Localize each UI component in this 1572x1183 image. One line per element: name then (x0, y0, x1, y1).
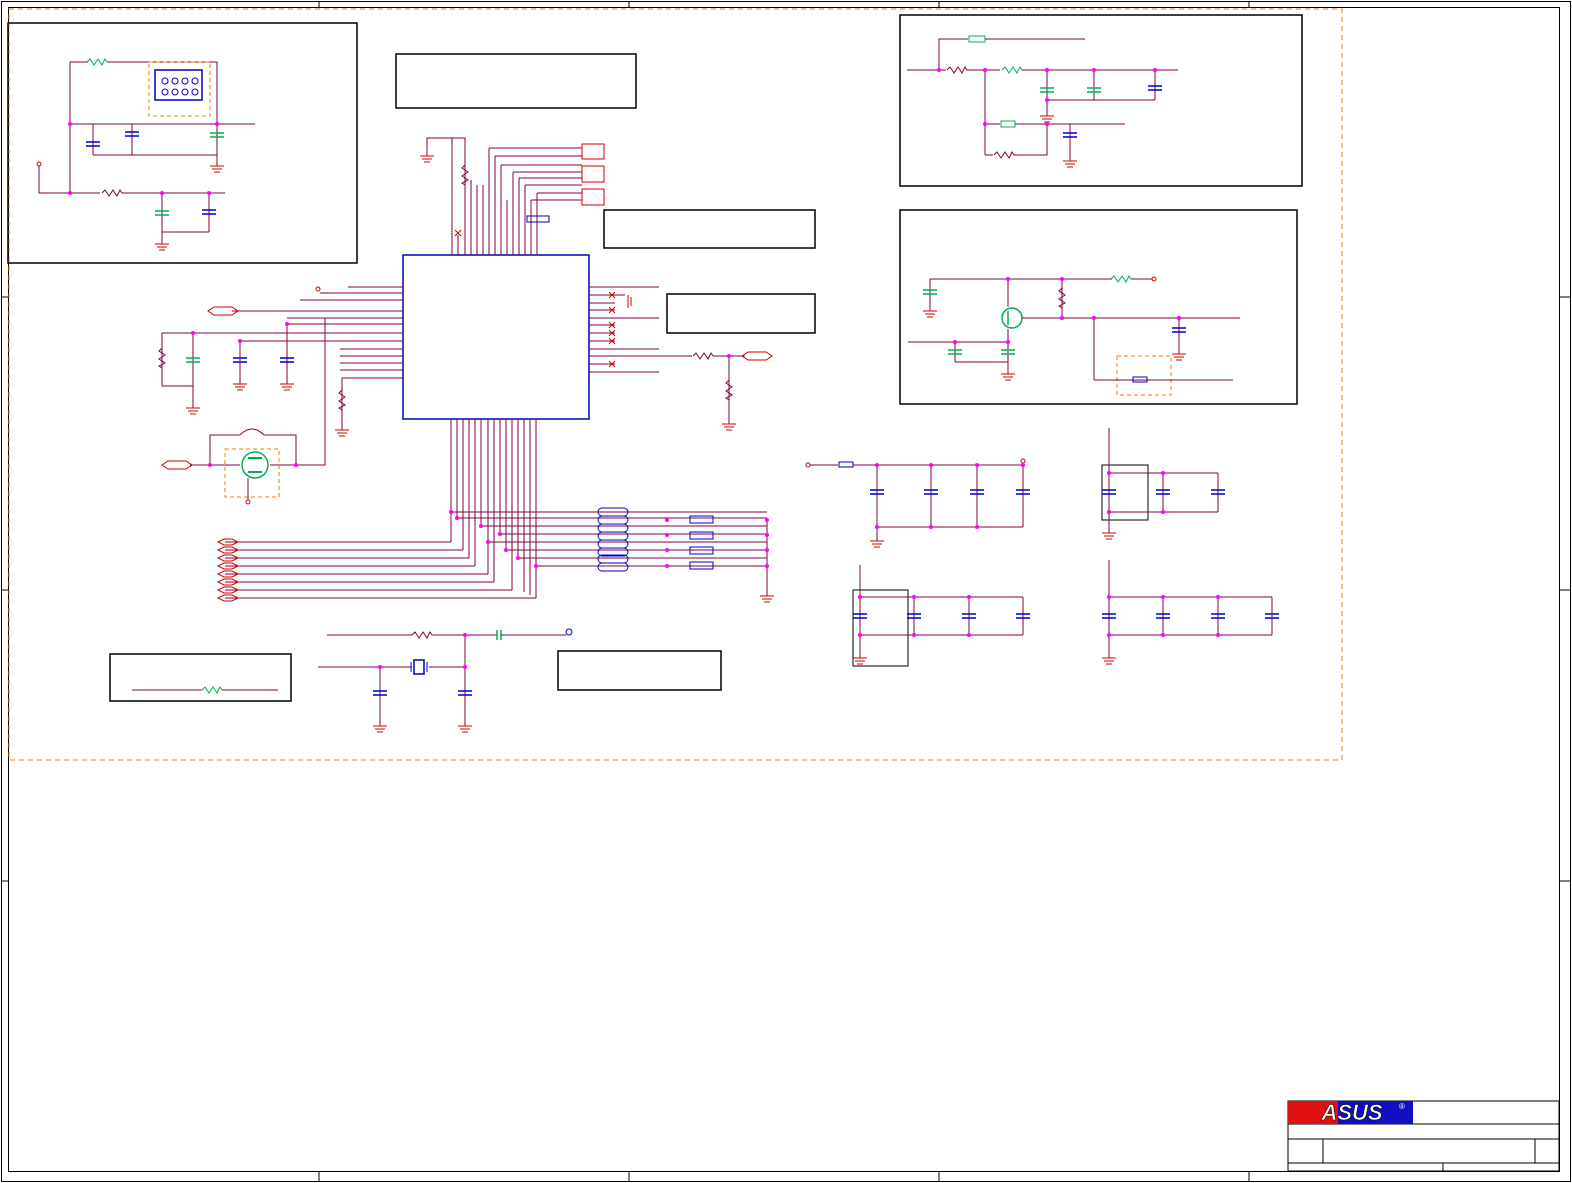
note-box-2 (603, 209, 816, 249)
sheet-frame (1, 1, 1571, 1182)
jumper-block (109, 653, 292, 702)
transistor-icon (1001, 307, 1023, 329)
left-rc-network (158, 318, 350, 505)
asus-logo: ASUS ® (1288, 1100, 1413, 1125)
decoupling-bank-2 (1101, 428, 1226, 540)
connector-icon (581, 143, 605, 206)
crystal-circuit (318, 628, 573, 733)
title-block: ASUS ® (1287, 1100, 1560, 1172)
top-right-filter-block (899, 14, 1303, 187)
decoupling-bank-1 (805, 458, 1031, 548)
decoupling-bank-4 (1101, 560, 1280, 665)
data-bus (216, 507, 775, 603)
circuit-group-outline (8, 8, 1343, 761)
transistor-icon (241, 451, 269, 479)
power-filter-block (7, 22, 358, 264)
decoupling-bank-3 (852, 565, 1031, 667)
registered-mark: ® (1399, 1102, 1405, 1111)
note-box-1 (395, 53, 637, 109)
schematic-sheet: ASUS ® (1, 1, 1571, 1182)
main-ic (162, 137, 773, 598)
note-box-3 (666, 293, 816, 334)
crystal-icon (413, 659, 425, 675)
logo-text: ASUS (1320, 1100, 1382, 1125)
resistor-icon (597, 507, 714, 572)
note-box-4 (557, 650, 722, 691)
transistor-block (899, 209, 1298, 405)
capacitor-icon (526, 215, 550, 223)
